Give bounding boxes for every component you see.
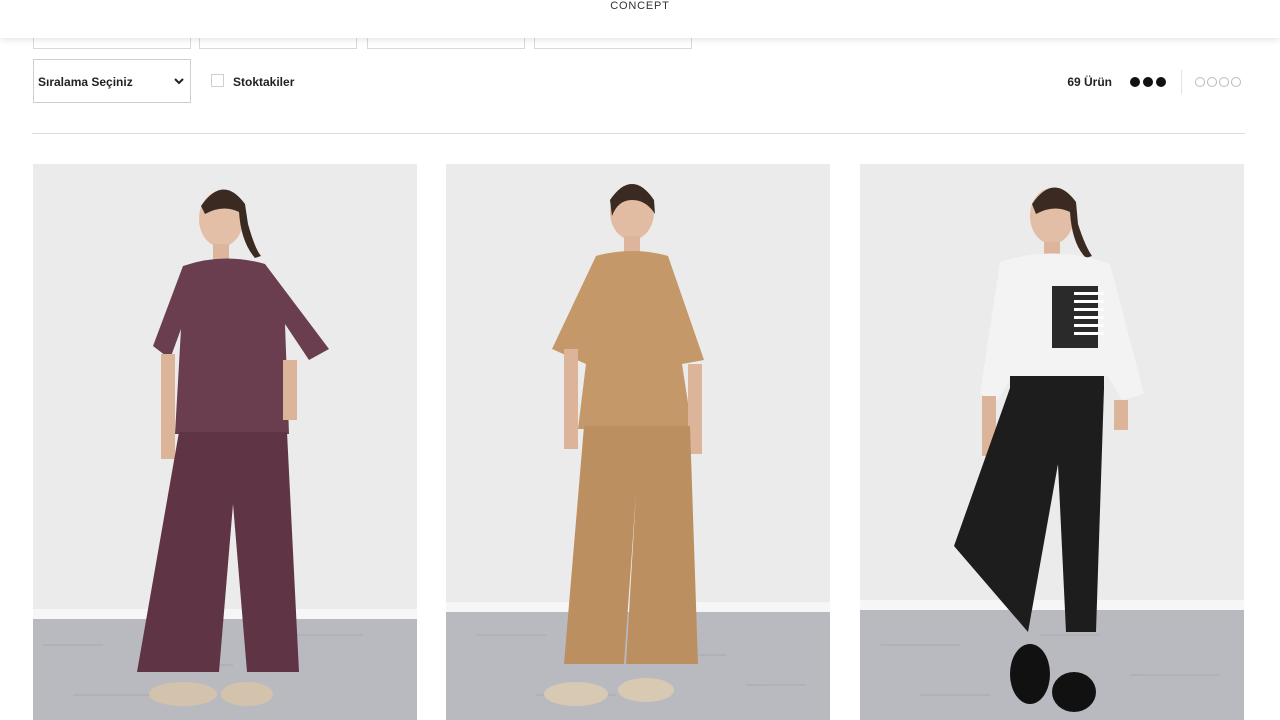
product-card[interactable] xyxy=(860,164,1244,720)
product-card[interactable] xyxy=(446,164,830,720)
product-card[interactable] xyxy=(33,164,417,720)
in-stock-checkbox[interactable] xyxy=(211,74,224,87)
chevron-down-icon xyxy=(174,78,184,85)
site-header: CONCEPT xyxy=(0,0,1280,38)
product-image[interactable] xyxy=(33,164,417,720)
product-image[interactable] xyxy=(860,164,1244,720)
grid-3-column-icon[interactable] xyxy=(1130,76,1168,88)
product-count: 69 Ürün xyxy=(1067,75,1112,89)
in-stock-label: Stoktakiler xyxy=(233,75,295,89)
grid-5-column-icon[interactable] xyxy=(1195,77,1245,88)
view-divider xyxy=(1181,70,1182,94)
toolbar-divider xyxy=(32,133,1245,134)
brand-subtitle[interactable]: CONCEPT xyxy=(0,0,1280,12)
product-image[interactable] xyxy=(446,164,830,720)
sort-select-label: Sıralama Seçiniz xyxy=(38,75,133,89)
sort-select[interactable]: Sıralama Seçiniz xyxy=(33,59,191,103)
